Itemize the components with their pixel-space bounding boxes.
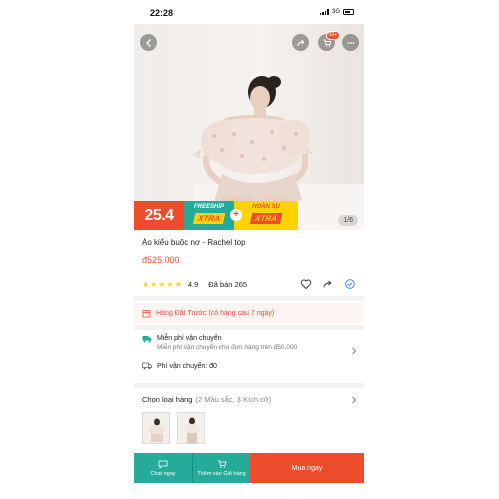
chevron-right-icon: [352, 396, 357, 403]
hoan-xu-label: HOÀN XU: [252, 204, 280, 210]
truck-icon: [142, 336, 152, 343]
product-price: đ525.000: [142, 255, 180, 265]
app-screen: 22:28 3G 99+ 1/6 25.4 FREESHIP XTRA HOÀN…: [134, 0, 364, 499]
freeship-label: FREESHIP: [193, 204, 224, 210]
status-indicators: 3G: [319, 9, 354, 15]
free-shipping-row[interactable]: Miễn phí vận chuyển Miễn phí vận chuyển …: [142, 335, 358, 355]
share-button[interactable]: [292, 34, 309, 51]
free-shipping-title: Miễn phí vận chuyển: [157, 335, 222, 342]
preorder-text: Hàng Đặt Trước (có hàng sau 7 ngày): [156, 309, 275, 317]
variant-label: Chọn loại hàng: [142, 395, 193, 404]
rating-stars: ★ ★ ★ ★ ★: [142, 280, 182, 289]
thumbnail-image: [149, 418, 165, 442]
share-icon[interactable]: [322, 278, 334, 290]
arrow-left-icon: [145, 38, 151, 47]
cart-count-badge: 99+: [325, 31, 340, 40]
star-icon: ★: [174, 279, 182, 289]
freeship-xtra: XTRA: [192, 213, 226, 224]
chevron-right-icon: [352, 347, 357, 355]
back-button[interactable]: [140, 34, 157, 51]
sold-count: Đã bán 265: [208, 279, 248, 289]
cart-button[interactable]: 99+: [318, 31, 340, 51]
calendar-icon: [142, 309, 151, 317]
status-bar: 22:28 3G: [134, 0, 364, 24]
chat-now-button[interactable]: Chat ngay: [134, 453, 192, 483]
divider: [134, 325, 364, 330]
network-label: 3G: [331, 9, 340, 15]
variant-selector[interactable]: Chọn loại hàng (2 Màu sắc, 3 Kích cỡ): [142, 395, 358, 404]
add-to-cart-label: Thêm vào Giỏ hàng: [197, 471, 246, 477]
signal-icon: [319, 9, 329, 15]
chat-bubble-icon: [158, 460, 168, 469]
star-icon: ★: [166, 279, 174, 289]
star-icon: ★: [150, 279, 158, 289]
promo-date: 25.4: [134, 201, 184, 230]
variant-detail: (2 Màu sắc, 3 Kích cỡ): [195, 395, 272, 404]
variant-thumbnail[interactable]: [142, 412, 170, 444]
add-to-cart-button[interactable]: Thêm vào Giỏ hàng: [192, 453, 250, 483]
chat-icon[interactable]: [344, 278, 356, 290]
divider: [134, 296, 364, 301]
heart-icon[interactable]: [300, 278, 312, 290]
shipping-fee: Phí vận chuyển: đ0: [157, 362, 217, 370]
promo-banner: 25.4 FREESHIP XTRA HOÀN XU XTRA +: [134, 201, 298, 230]
product-title: Áo kiểu buộc nơ - Rachel top: [142, 238, 246, 247]
hoan-xu-badge: HOÀN XU XTRA: [234, 201, 298, 230]
freeship-badge: FREESHIP XTRA: [184, 201, 234, 230]
product-actions: [300, 278, 356, 290]
buy-now-label: Mua ngay: [291, 464, 323, 472]
variant-thumbnail[interactable]: [177, 412, 205, 444]
model-photo: [193, 76, 313, 208]
chat-now-label: Chat ngay: [150, 471, 176, 477]
bottom-action-bar: Chat ngay Thêm vào Giỏ hàng Mua ngay: [134, 453, 364, 483]
more-icon: [347, 41, 354, 44]
variant-thumbnails: [142, 412, 205, 444]
plus-icon: +: [230, 209, 242, 221]
truck-outline-icon: [142, 362, 152, 370]
rating-value: 4.9: [187, 279, 199, 289]
status-time: 22:28: [150, 8, 174, 18]
image-counter: 1/6: [338, 215, 358, 226]
divider: [134, 383, 364, 388]
star-icon: ★: [142, 279, 150, 289]
share-icon: [296, 39, 304, 46]
star-icon: ★: [158, 279, 166, 289]
cart-plus-icon: [217, 460, 227, 468]
battery-icon: [343, 9, 354, 15]
shipping-fee-row: Phí vận chuyển: đ0: [142, 362, 217, 370]
free-shipping-subtitle: Miễn phí vận chuyển cho đơn hàng trên đ5…: [157, 344, 298, 351]
rating-row: ★ ★ ★ ★ ★ 4.9 Đã bán 265: [142, 278, 356, 290]
buy-now-button[interactable]: Mua ngay: [250, 453, 364, 483]
hoan-xu-xtra: XTRA: [249, 213, 283, 224]
product-image[interactable]: 99+ 1/6: [134, 24, 364, 230]
more-button[interactable]: [342, 34, 359, 51]
thumbnail-image: [184, 417, 200, 443]
preorder-notice: Hàng Đặt Trước (có hàng sau 7 ngày): [134, 303, 364, 323]
